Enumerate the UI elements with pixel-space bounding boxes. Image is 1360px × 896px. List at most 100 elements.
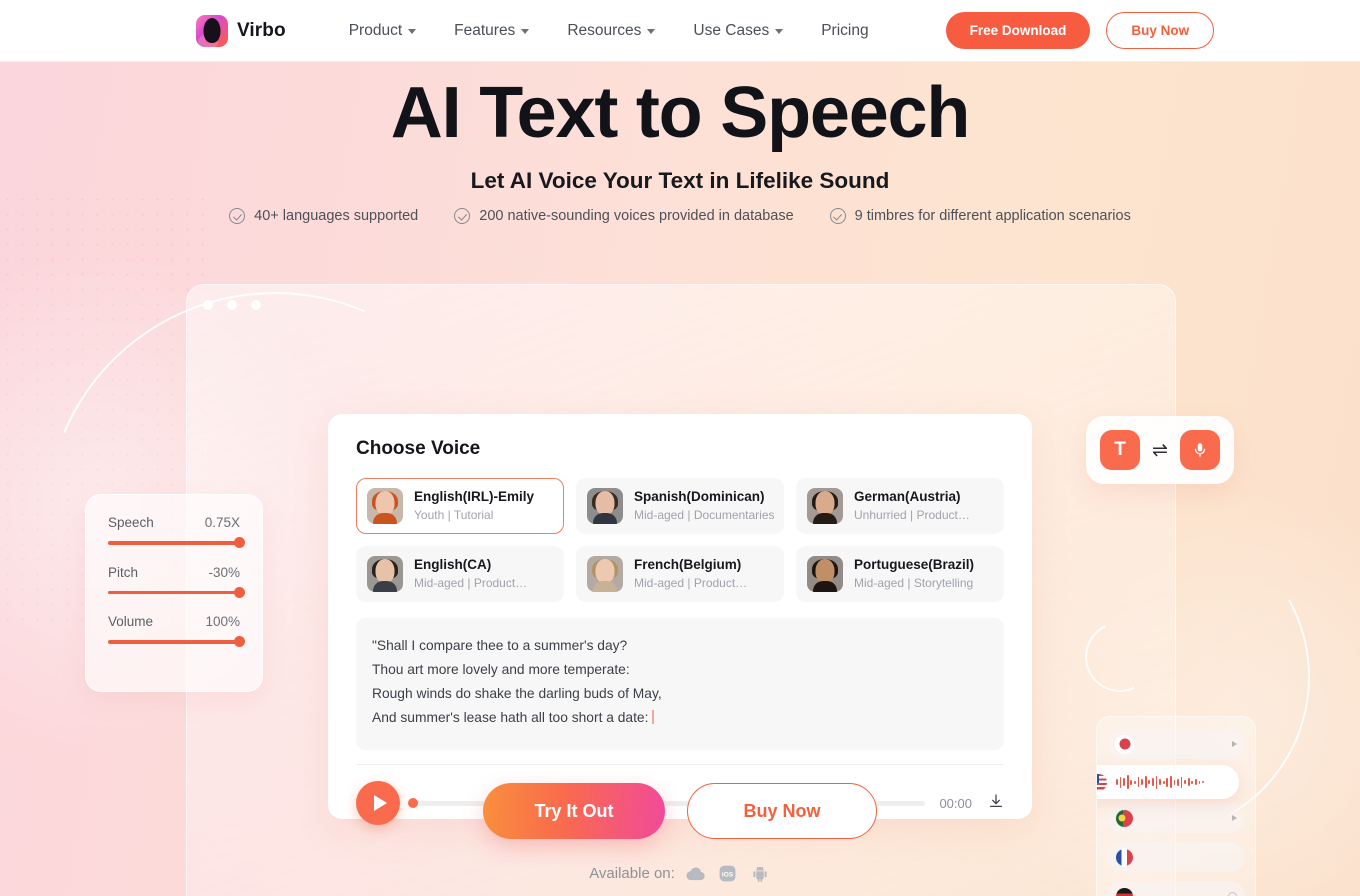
voice-card-portuguese-brazil[interactable]: Portuguese(Brazil) Mid-aged | Storytelli… bbox=[796, 546, 1004, 602]
ios-icon[interactable]: iOS bbox=[717, 862, 739, 884]
buy-now-button[interactable]: Buy Now bbox=[687, 783, 877, 839]
slider-handle[interactable] bbox=[234, 586, 245, 598]
feature-bullet-label: 200 native-sounding voices provided in d… bbox=[479, 208, 794, 224]
android-icon[interactable] bbox=[749, 862, 771, 884]
slider-label: Speech bbox=[108, 515, 154, 530]
text-icon: T bbox=[1100, 430, 1141, 470]
nav-label: Use Cases bbox=[693, 21, 770, 39]
chevron-down-icon bbox=[647, 29, 656, 34]
voice-name: English(IRL)-Emily bbox=[414, 489, 535, 504]
feature-bullets: 40+ languages supported 200 native-sound… bbox=[0, 208, 1360, 224]
nav-item-pricing[interactable]: Pricing bbox=[802, 22, 887, 40]
slider-value: -30% bbox=[208, 564, 240, 580]
script-textarea[interactable]: "Shall I compare thee to a summer's day?… bbox=[356, 618, 1004, 750]
voice-card-spanish-dominican[interactable]: Spanish(Dominican) Mid-aged | Documentar… bbox=[576, 478, 784, 534]
nav-item-product[interactable]: Product bbox=[330, 22, 435, 40]
voice-card-german-austria[interactable]: German(Austria) Unhurried | Product… bbox=[796, 478, 1004, 534]
slider-track[interactable] bbox=[108, 636, 245, 648]
flag-germany-icon bbox=[1115, 886, 1134, 896]
avatar bbox=[587, 488, 623, 524]
script-line: Thou art more lovely and more temperate: bbox=[372, 662, 630, 677]
virbo-logo-icon bbox=[196, 14, 228, 47]
chevron-down-icon bbox=[408, 29, 417, 34]
page-title: AI Text to Speech bbox=[390, 73, 971, 153]
swap-arrows-icon: ⇌ bbox=[1152, 439, 1168, 461]
nav-label: Features bbox=[454, 21, 516, 39]
loading-icon bbox=[1228, 891, 1237, 896]
chevron-down-icon bbox=[521, 29, 530, 34]
voice-card-english-irl-emily[interactable]: English(IRL)-Emily Youth | Tutorial bbox=[356, 478, 564, 534]
script-line: And summer's lease hath all too short a … bbox=[372, 710, 649, 725]
play-small-icon[interactable] bbox=[1232, 741, 1237, 747]
voice-grid: English(IRL)-Emily Youth | Tutorial Span… bbox=[356, 478, 1004, 602]
voice-meta: Mid-aged | Product… bbox=[634, 576, 748, 590]
feature-bullet: 9 timbres for different application scen… bbox=[829, 208, 1131, 224]
voice-name: English(CA) bbox=[414, 557, 492, 572]
window-dot-maximize bbox=[251, 300, 261, 310]
try-it-out-button[interactable]: Try It Out bbox=[483, 783, 665, 839]
language-row-usa-active[interactable] bbox=[1097, 765, 1239, 799]
slider-track[interactable] bbox=[108, 537, 245, 549]
svg-text:iOS: iOS bbox=[722, 871, 734, 878]
nav-label: Product bbox=[348, 21, 403, 39]
slider-speech[interactable]: Speech 0.75X bbox=[108, 515, 245, 549]
feature-bullet-label: 40+ languages supported bbox=[254, 208, 419, 224]
check-circle-icon bbox=[229, 208, 246, 224]
check-circle-icon bbox=[829, 208, 846, 224]
avatar bbox=[807, 488, 843, 524]
chevron-down-icon bbox=[775, 29, 784, 34]
slider-handle[interactable] bbox=[234, 537, 245, 549]
flag-japan-icon bbox=[1115, 734, 1134, 754]
voice-name: Portuguese(Brazil) bbox=[854, 557, 975, 572]
text-to-speech-badge: T ⇌ bbox=[1086, 416, 1234, 484]
script-line-last: And summer's lease hath all too short a … bbox=[372, 706, 988, 730]
mic-icon bbox=[1179, 430, 1220, 470]
nav-label: Resources bbox=[567, 21, 642, 39]
script-line: Rough winds do shake the darling buds of… bbox=[372, 686, 662, 701]
feature-bullet: 40+ languages supported bbox=[229, 208, 418, 224]
slider-label: Volume bbox=[108, 614, 154, 629]
feature-bullet: 200 native-sounding voices provided in d… bbox=[454, 208, 794, 224]
script-line: "Shall I compare thee to a summer's day? bbox=[372, 638, 628, 653]
voice-meta: Youth | Tutorial bbox=[414, 508, 494, 522]
free-download-button[interactable]: Free Download bbox=[945, 12, 1091, 49]
voice-meta: Mid-aged | Storytelling bbox=[854, 576, 974, 590]
slider-handle[interactable] bbox=[234, 636, 245, 648]
voice-name: French(Belgium) bbox=[634, 557, 742, 572]
slider-volume[interactable]: Volume 100% bbox=[108, 614, 245, 648]
slider-value: 0.75X bbox=[204, 515, 240, 530]
check-circle-icon bbox=[454, 208, 471, 224]
window-dots bbox=[203, 300, 261, 310]
flag-usa-icon bbox=[1097, 772, 1108, 792]
voice-meta: Unhurried | Product… bbox=[854, 508, 970, 522]
slider-label: Pitch bbox=[108, 564, 139, 580]
logo[interactable]: Virbo bbox=[196, 14, 286, 47]
cloud-icon[interactable] bbox=[685, 862, 707, 884]
nav-item-use-cases[interactable]: Use Cases bbox=[674, 22, 802, 40]
logo-label: Virbo bbox=[237, 19, 286, 41]
nav-item-features[interactable]: Features bbox=[435, 22, 548, 40]
voice-card-french-belgium[interactable]: French(Belgium) Mid-aged | Product… bbox=[576, 546, 784, 602]
avatar bbox=[367, 488, 403, 524]
nav-label: Pricing bbox=[821, 21, 869, 39]
nav-item-resources[interactable]: Resources bbox=[548, 22, 674, 40]
slider-value: 100% bbox=[205, 614, 240, 629]
text-cursor bbox=[652, 710, 654, 724]
voice-name: German(Austria) bbox=[854, 489, 961, 504]
site-header: Virbo Product Features Resources Use Cas… bbox=[0, 0, 1360, 62]
header-buy-now-button[interactable]: Buy Now bbox=[1106, 12, 1215, 49]
voice-meta: Mid-aged | Product… bbox=[414, 576, 528, 590]
slider-track[interactable] bbox=[108, 586, 245, 598]
header-nav: Virbo Product Features Resources Use Cas… bbox=[196, 12, 1215, 49]
available-on-label: Available on: bbox=[589, 864, 675, 882]
voice-name: Spanish(Dominican) bbox=[634, 489, 765, 504]
window-dot-minimize bbox=[227, 300, 237, 310]
available-on-row: Available on: iOS bbox=[0, 862, 1360, 884]
feature-bullet-label: 9 timbres for different application scen… bbox=[854, 208, 1131, 224]
avatar bbox=[367, 556, 403, 592]
voice-card-english-ca[interactable]: English(CA) Mid-aged | Product… bbox=[356, 546, 564, 602]
slider-pitch[interactable]: Pitch -30% bbox=[108, 564, 245, 598]
tts-editor-card: Choose Voice English(IRL)-Emily Youth | … bbox=[328, 414, 1032, 825]
choose-voice-title: Choose Voice bbox=[356, 438, 481, 459]
language-row-japan[interactable] bbox=[1107, 729, 1245, 759]
